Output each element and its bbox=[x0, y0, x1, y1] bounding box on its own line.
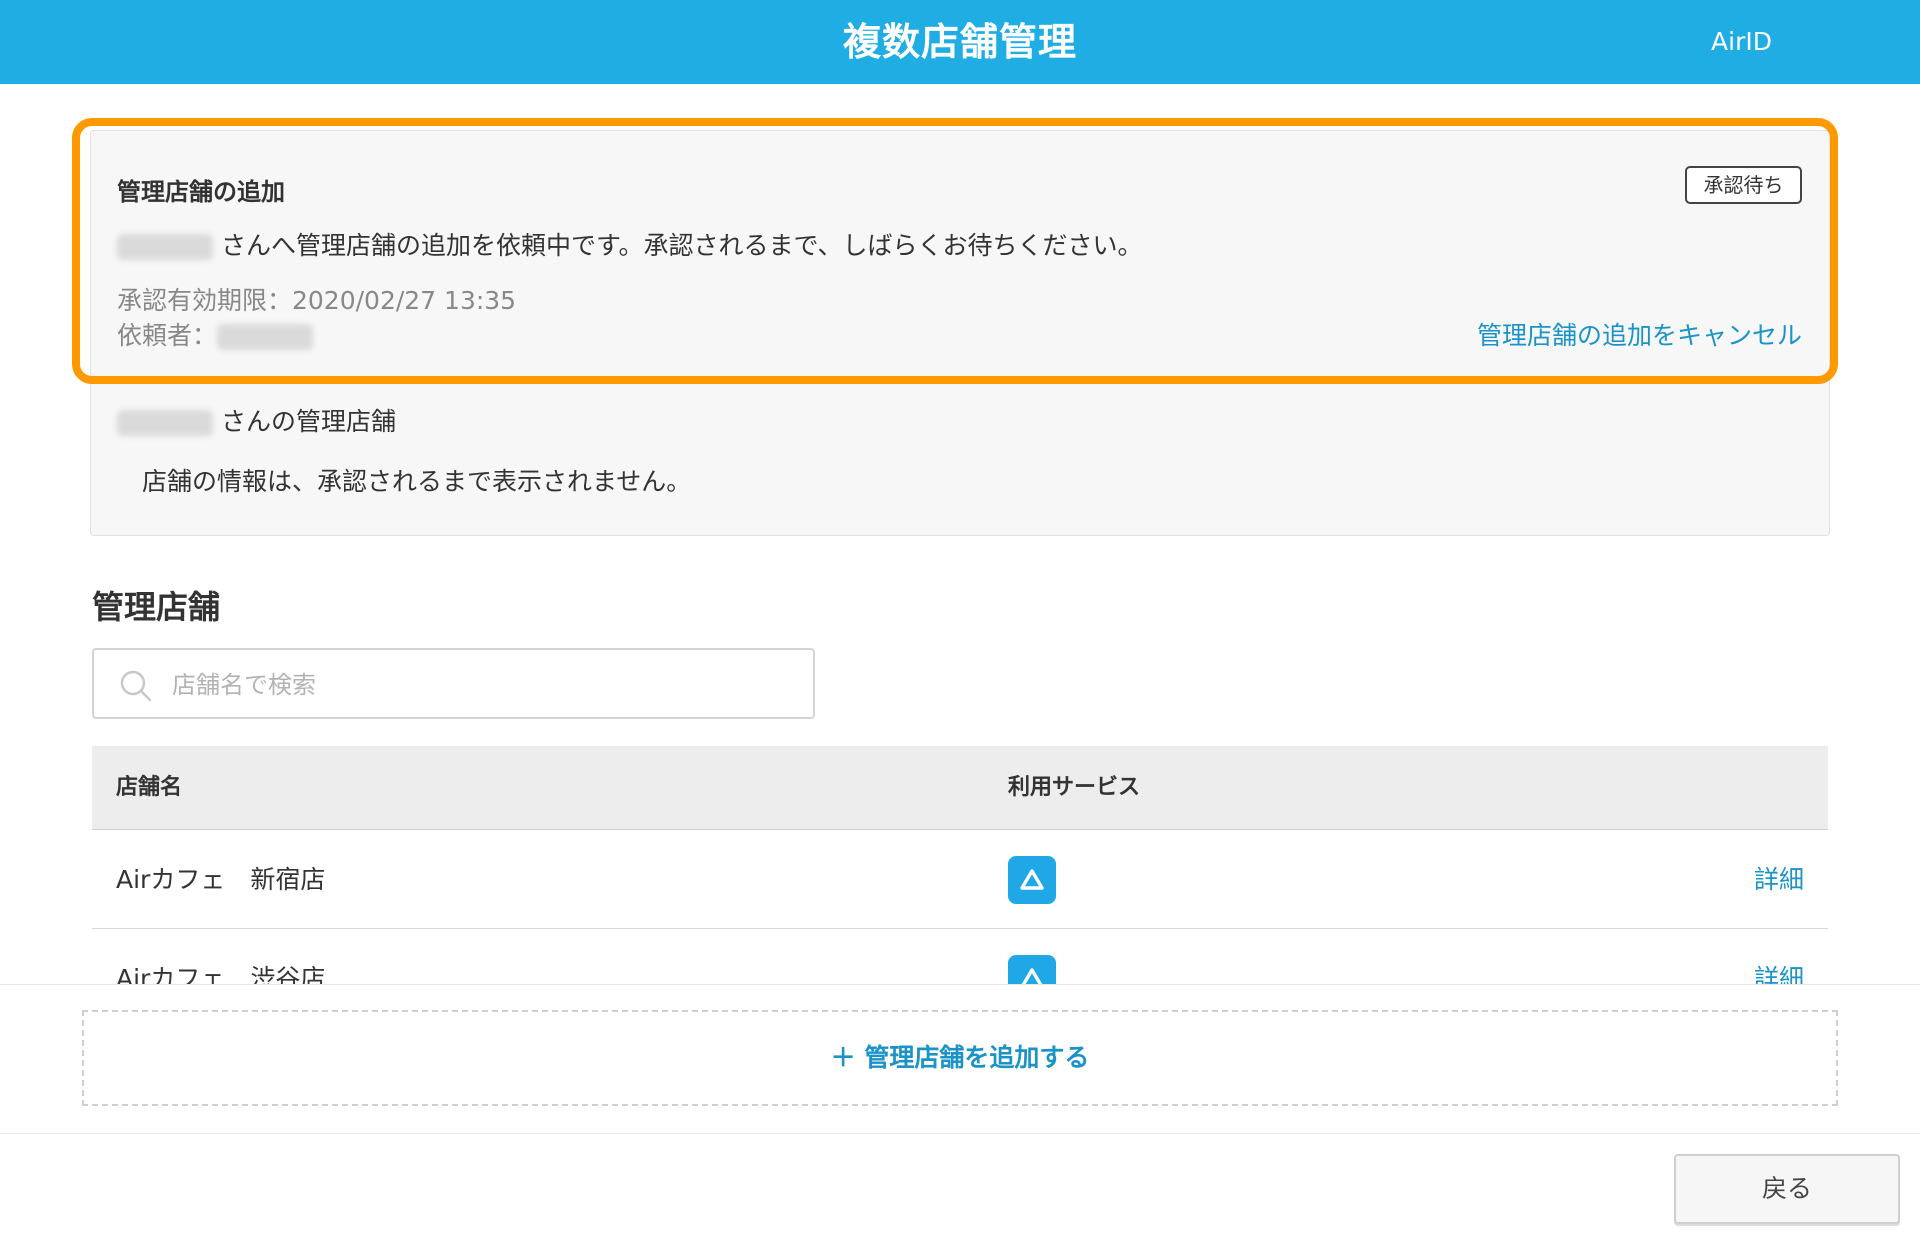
footer-divider bbox=[0, 1133, 1920, 1134]
table-row: Airカフェ 新宿店 詳細 bbox=[92, 830, 1828, 929]
target-managed-stores-label: さんの管理店舗 bbox=[117, 402, 396, 438]
airid-triangle-icon bbox=[1008, 856, 1056, 904]
store-name: Airカフェ 新宿店 bbox=[116, 865, 326, 894]
detail-link[interactable]: 詳細 bbox=[1754, 830, 1804, 929]
requester-label: 依頼者： bbox=[117, 321, 218, 350]
table-row: Airカフェ 渋谷店 詳細 bbox=[92, 929, 1828, 984]
table-header: 店舗名 利用サービス bbox=[92, 746, 1828, 830]
section-title: 管理店舗 bbox=[92, 588, 221, 626]
back-button[interactable]: 戻る bbox=[1674, 1154, 1900, 1224]
airid-triangle-icon bbox=[1008, 955, 1056, 984]
search-icon bbox=[120, 670, 152, 702]
approval-expiry: 承認有効期限：2020/02/27 13:35 bbox=[117, 286, 517, 315]
stores-table: 店舗名 利用サービス Airカフェ 新宿店 詳細 Airカフェ 渋谷店 詳細 bbox=[92, 746, 1828, 984]
header-bar: 複数店舗管理 AirID bbox=[0, 0, 1920, 84]
store-name: Airカフェ 渋谷店 bbox=[116, 964, 326, 984]
redacted-name bbox=[217, 324, 314, 350]
request-message: さんへ管理店舗の追加を依頼中です。承認されるまで、しばらくお待ちください。 bbox=[117, 226, 1142, 262]
column-header-services: 利用サービス bbox=[1008, 775, 1141, 800]
requester: 依頼者： bbox=[117, 316, 314, 352]
request-card-title: 管理店舗の追加 bbox=[117, 178, 285, 206]
page-title: 複数店舗管理 bbox=[842, 20, 1077, 64]
search-box bbox=[92, 648, 815, 719]
info-note: 店舗の情報は、承認されるまで表示されません。 bbox=[142, 467, 692, 496]
column-header-store-name: 店舗名 bbox=[116, 775, 183, 800]
redacted-name bbox=[117, 234, 213, 260]
request-message-text: さんへ管理店舗の追加を依頼中です。承認されるまで、しばらくお待ちください。 bbox=[220, 231, 1143, 260]
cancel-request-link[interactable]: 管理店舗の追加をキャンセル bbox=[1477, 316, 1802, 352]
managed-stores-label-text: さんの管理店舗 bbox=[220, 407, 396, 436]
add-managed-store-button[interactable]: ＋ 管理店舗を追加する bbox=[82, 1010, 1838, 1106]
search-input[interactable] bbox=[170, 650, 794, 719]
airid-account-link[interactable]: AirID bbox=[1711, 0, 1772, 84]
status-badge: 承認待ち bbox=[1685, 166, 1802, 204]
redacted-name bbox=[117, 410, 213, 436]
detail-link[interactable]: 詳細 bbox=[1754, 929, 1804, 984]
